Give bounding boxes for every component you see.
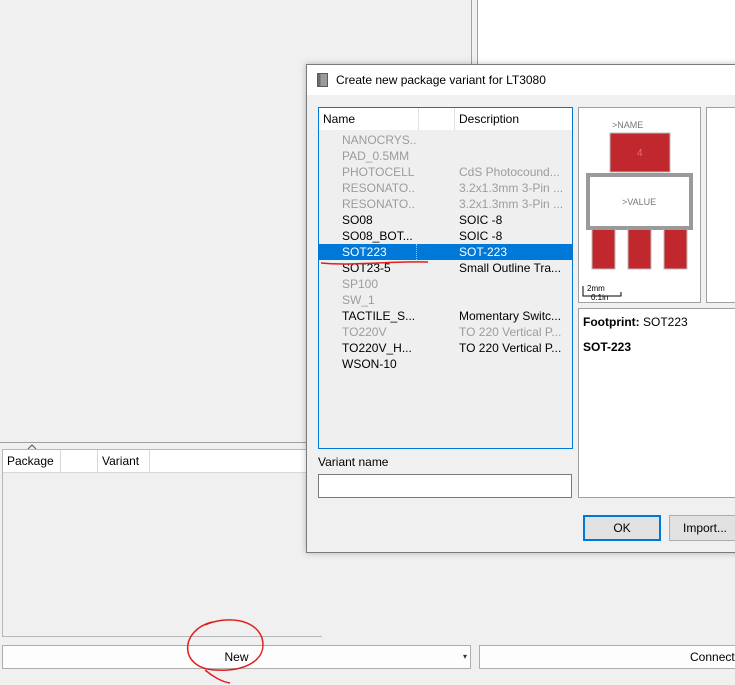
new-combo-label: New — [224, 650, 249, 664]
list-item-description: CdS Photocound... — [459, 165, 560, 179]
column-description[interactable]: Description — [455, 108, 572, 130]
list-item[interactable]: RESONATO... 3.2x1.3mm 3-Pin ... — [319, 196, 572, 212]
pad-number-label: 4 — [637, 148, 643, 159]
list-item[interactable]: PHOTOCELL CdS Photocound... — [319, 164, 572, 180]
preview-value-label: >VALUE — [622, 197, 656, 207]
dropdown-arrow-icon: ▾ — [462, 652, 467, 661]
list-item-name: RESONATO... — [342, 197, 416, 211]
column-spacer[interactable] — [61, 450, 98, 472]
scale-mm-label: 2mm — [587, 284, 605, 293]
list-item-description: TO 220 Vertical P... — [459, 325, 562, 339]
dialog-title: Create new package variant for LT3080 — [336, 73, 546, 87]
variant-name-label: Variant name — [318, 455, 389, 469]
footprint-label: Footprint: — [583, 315, 640, 329]
list-item[interactable]: PAD_0.5MM — [319, 148, 572, 164]
background-right-pane — [477, 0, 735, 66]
new-combo-button[interactable]: New ▾ — [2, 645, 471, 669]
column-empty — [150, 450, 323, 472]
footprint-preview: >NAME 4 >VALUE 2mm 0.1in — [578, 107, 701, 303]
list-item-name: SO08 — [342, 213, 373, 227]
list-item[interactable]: SOT23-5 Small Outline Tra... — [319, 260, 572, 276]
pin-pad-2 — [627, 228, 652, 270]
list-item-description: TO 220 Vertical P... — [459, 341, 562, 355]
list-item[interactable]: WSON-10 — [319, 356, 572, 372]
list-item[interactable]: SO08 SOIC -8 — [319, 212, 572, 228]
list-item-description: SOIC -8 — [459, 213, 503, 227]
list-item-description: Momentary Switc... — [459, 309, 562, 323]
pin-pad-1 — [591, 228, 616, 270]
column-spacer[interactable] — [419, 108, 455, 130]
list-item-description: 3.2x1.3mm 3-Pin ... — [459, 181, 564, 195]
footprint-drawing: >NAME 4 >VALUE 2mm 0.1in — [582, 120, 693, 302]
list-item-description: Small Outline Tra... — [459, 261, 562, 275]
pin-pad-3 — [663, 228, 688, 270]
package-variant-table[interactable]: Package Variant — [2, 449, 322, 637]
import-button[interactable]: Import... — [669, 515, 735, 541]
list-item-name: SP100 — [342, 277, 379, 291]
list-item-name: TO220V_H... — [342, 341, 412, 355]
ok-button[interactable]: OK — [583, 515, 661, 541]
footprint-description: SOT-223 — [583, 340, 632, 354]
list-item[interactable]: NANOCRYS... — [319, 132, 572, 148]
list-item[interactable]: SO08_BOT... SOIC -8 — [319, 228, 572, 244]
create-package-variant-dialog: Create new package variant for LT3080 Na… — [306, 64, 735, 553]
package-list-header: Name Description — [319, 108, 572, 130]
package-icon — [317, 73, 328, 87]
list-item-name: TACTILE_S... — [342, 309, 416, 323]
dialog-titlebar[interactable]: Create new package variant for LT3080 — [307, 65, 735, 95]
list-item-name: SO08_BOT... — [342, 229, 413, 243]
connect-button[interactable]: Connect — [479, 645, 735, 669]
package-list[interactable]: Name Description NANOCRYS... PAD_0.5MM PHO… — [318, 107, 573, 449]
list-item-name: SOT23-5 — [342, 261, 391, 275]
scale-in-label: 0.1in — [591, 293, 608, 302]
preview-name-label: >NAME — [612, 120, 643, 130]
list-item[interactable]: RESONATO... 3.2x1.3mm 3-Pin ... — [319, 180, 572, 196]
list-item[interactable]: TO220V_H... TO 220 Vertical P... — [319, 340, 572, 356]
package-table-header: Package Variant — [3, 450, 322, 473]
footprint-info-panel: Footprint: SOT223 SOT-223 — [578, 308, 735, 498]
column-name[interactable]: Name — [319, 108, 419, 130]
list-item-description: SOIC -8 — [459, 229, 503, 243]
footprint-value: SOT223 — [643, 315, 688, 329]
secondary-preview — [706, 107, 735, 303]
column-package[interactable]: Package — [3, 450, 61, 472]
list-item-name: SOT223 — [342, 244, 417, 260]
list-item[interactable]: SOT223 SOT-223 — [319, 244, 572, 260]
list-item-name: PHOTOCELL — [342, 165, 415, 179]
list-item[interactable]: TACTILE_S... Momentary Switc... — [319, 308, 572, 324]
column-variant[interactable]: Variant — [98, 450, 150, 472]
footprint-line: Footprint: SOT223 — [583, 315, 688, 329]
list-item-name: RESONATO... — [342, 181, 416, 195]
variant-name-input[interactable] — [318, 474, 572, 498]
list-item-name: SW_1 — [342, 293, 375, 307]
list-item-name: TO220V — [342, 325, 387, 339]
list-item-description: SOT-223 — [459, 245, 508, 259]
list-item[interactable]: SP100 — [319, 276, 572, 292]
list-item[interactable]: SW_1 — [319, 292, 572, 308]
list-item-name: PAD_0.5MM — [342, 149, 410, 163]
list-item-name: WSON-10 — [342, 357, 397, 371]
list-item[interactable]: TO220V TO 220 Vertical P... — [319, 324, 572, 340]
list-item-description: 3.2x1.3mm 3-Pin ... — [459, 197, 564, 211]
package-list-rows: NANOCRYS... PAD_0.5MM PHOTOCELL CdS Photoco… — [319, 132, 572, 372]
list-item-name: NANOCRYS... — [342, 133, 416, 147]
